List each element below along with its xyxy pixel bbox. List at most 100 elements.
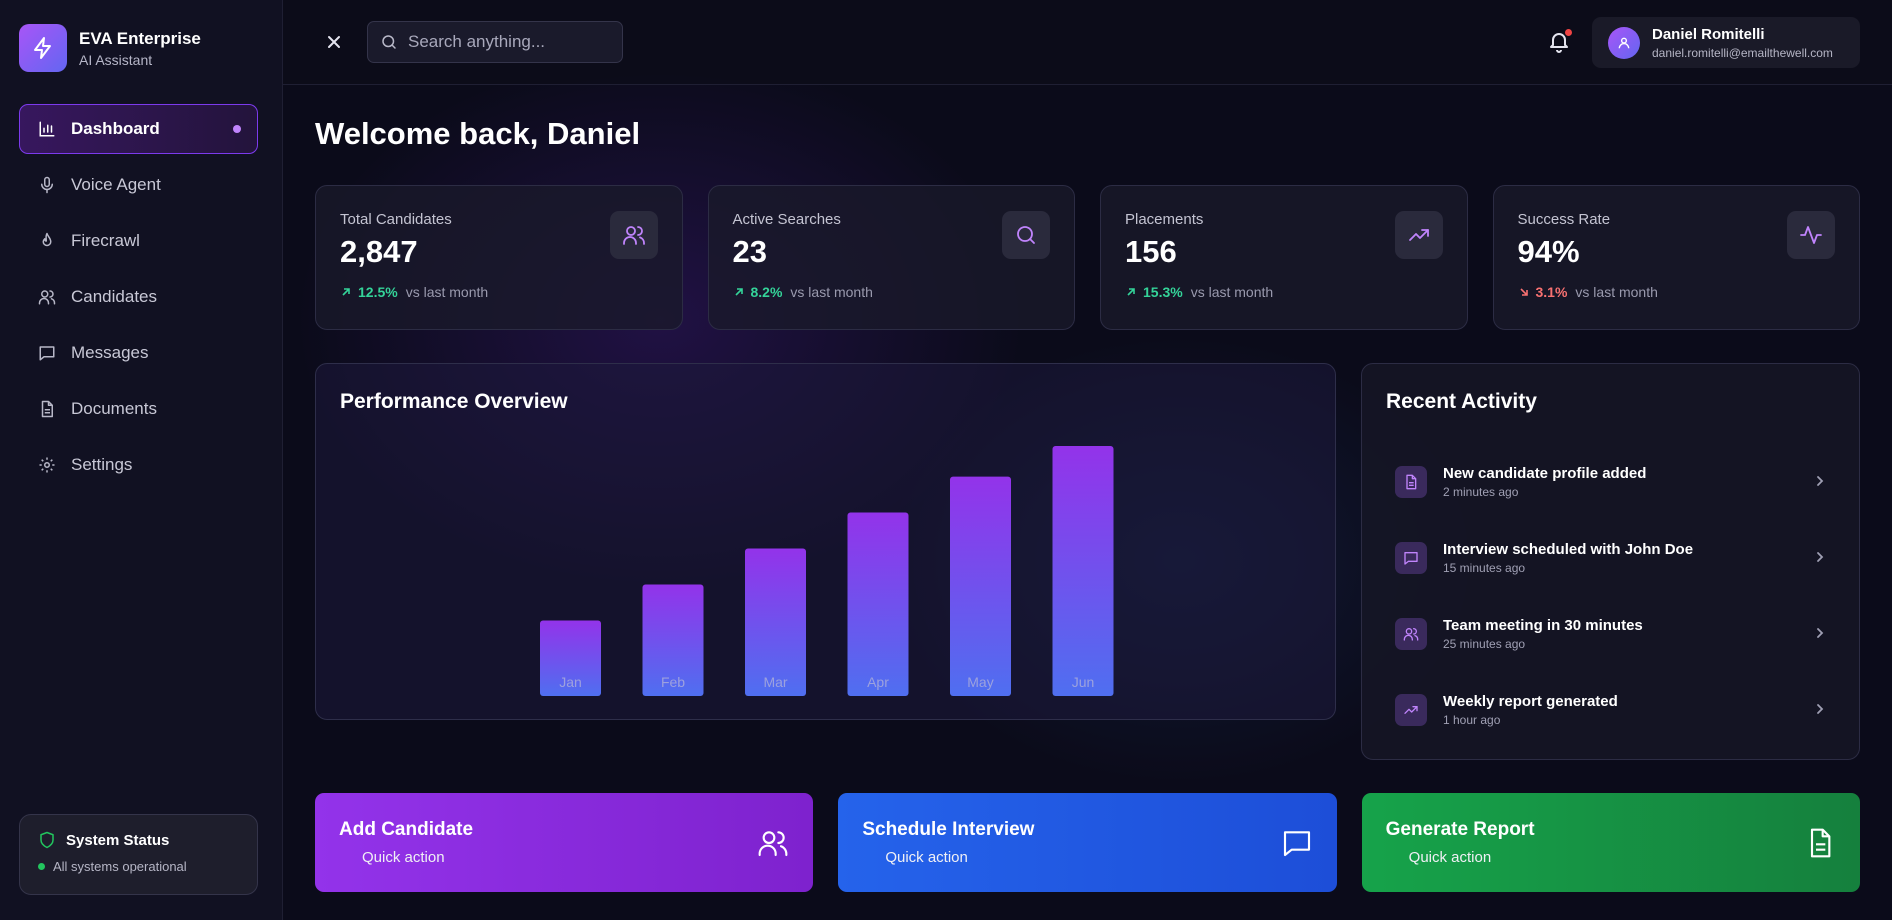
sidebar-nav: Dashboard Voice Agent Firecrawl Candidat… (19, 104, 258, 496)
x-tick-label: Mar (763, 674, 787, 690)
brand: EVA Enterprise AI Assistant (19, 24, 201, 72)
search-icon (382, 35, 396, 49)
search-icon (1002, 211, 1050, 259)
stat-card-active-searches: Active Searches 23 8.2% vs last month (707, 185, 1075, 330)
user-icon (1618, 37, 1630, 48)
arrow-down-right-icon (1519, 288, 1528, 296)
active-indicator-dot (233, 125, 241, 133)
quick-action-subtitle: Quick action (885, 849, 968, 866)
chevron-right-icon (1817, 552, 1824, 562)
sidebar-item-messages[interactable]: Messages (19, 328, 258, 378)
sidebar-item-firecrawl[interactable]: Firecrawl (19, 216, 258, 266)
system-status-card: System Status All systems operational (19, 814, 258, 895)
sidebar-item-dashboard[interactable]: Dashboard (19, 104, 258, 154)
shield-icon (40, 831, 54, 849)
stat-compare: vs last month (1575, 284, 1658, 300)
sidebar-item-settings[interactable]: Settings (19, 440, 258, 490)
stat-change: 8.2% (750, 284, 783, 300)
activity-item[interactable]: Weekly report generated 1 hour ago (1378, 672, 1845, 748)
topbar: Daniel Romitelli daniel.romitelli@emailt… (283, 0, 1892, 85)
chevron-right-icon (1817, 704, 1824, 714)
users-icon (609, 211, 658, 259)
activity-list: New candidate profile added 2 minutes ag… (1378, 444, 1845, 748)
sidebar-item-label: Documents (71, 399, 157, 418)
stat-compare: vs last month (405, 284, 489, 300)
users-icon (37, 287, 57, 307)
sidebar-item-candidates[interactable]: Candidates (19, 272, 258, 322)
activity-time: 25 minutes ago (1443, 637, 1526, 651)
x-tick-label: Apr (867, 674, 889, 690)
activity-title: Team meeting in 30 minutes (1443, 617, 1643, 634)
stat-card-placements: Placements 156 15.3% vs last month (1100, 185, 1468, 330)
schedule-interview-button[interactable]: Schedule Interview Quick action (838, 793, 1337, 892)
activity-title: New candidate profile added (1443, 465, 1647, 482)
activity-item[interactable]: New candidate profile added 2 minutes ag… (1378, 444, 1845, 520)
arrow-up-right-icon (734, 288, 743, 296)
stat-compare: vs last month (790, 284, 873, 300)
sidebar-item-documents[interactable]: Documents (19, 384, 258, 434)
bar-apr (847, 512, 909, 696)
system-status-text: All systems operational (53, 859, 187, 874)
stat-change: 3.1% (1535, 284, 1568, 300)
chevron-right-icon (1817, 628, 1824, 638)
quick-action-subtitle: Quick action (1408, 849, 1492, 866)
quick-action-title: Add Candidate (339, 819, 474, 840)
avatar (1608, 26, 1640, 59)
activity-item[interactable]: Team meeting in 30 minutes 25 minutes ag… (1378, 596, 1845, 672)
generate-report-button[interactable]: Generate Report Quick action (1361, 793, 1860, 892)
sidebar-item-label: Messages (71, 343, 149, 362)
sidebar-item-label: Settings (71, 455, 133, 474)
sidebar-item-voice-agent[interactable]: Voice Agent (19, 160, 258, 210)
x-tick-label: Feb (661, 674, 685, 690)
performance-overview-panel: Performance Overview Jan Feb Mar Apr May Jun (315, 363, 1336, 720)
add-candidate-button[interactable]: Add Candidate Quick action (315, 793, 814, 892)
activity-item[interactable]: Interview scheduled with John Doe 15 min… (1378, 520, 1845, 596)
quick-action-title: Generate Report (1385, 819, 1535, 840)
message-icon (37, 343, 57, 363)
quick-action-title: Schedule Interview (862, 819, 1035, 840)
close-button[interactable] (322, 30, 346, 54)
message-icon (1395, 542, 1427, 574)
brand-subtitle: AI Assistant (79, 51, 153, 68)
flame-icon (37, 231, 57, 251)
stat-compare: vs last month (1190, 284, 1274, 300)
bar-jun (1052, 446, 1114, 696)
x-tick-label: May (967, 674, 993, 690)
users-icon (1395, 618, 1427, 650)
document-icon (1810, 828, 1831, 858)
page-title: Welcome back, Daniel (315, 116, 641, 151)
sidebar-item-label: Firecrawl (71, 231, 140, 250)
trending-up-icon (1395, 694, 1427, 726)
stat-change: 15.3% (1143, 284, 1183, 300)
notifications-button[interactable] (1547, 29, 1573, 55)
arrow-up-right-icon (342, 288, 350, 296)
brand-name: EVA Enterprise (79, 28, 201, 48)
quick-actions-row: Add Candidate Quick action Schedule Inte… (315, 793, 1860, 892)
chevron-right-icon (1817, 476, 1824, 486)
document-icon (1395, 466, 1427, 498)
sidebar-item-label: Candidates (71, 287, 158, 306)
user-email: daniel.romitelli@emailthewell.com (1652, 45, 1833, 60)
sidebar-item-label: Dashboard (71, 119, 160, 138)
search-input[interactable] (408, 32, 608, 52)
activity-title: Interview scheduled with John Doe (1443, 541, 1694, 558)
message-icon (1283, 831, 1310, 857)
search-box[interactable] (367, 21, 623, 63)
recent-activity-panel: Recent Activity New candidate profile ad… (1361, 363, 1860, 760)
activity-time: 1 hour ago (1443, 713, 1501, 727)
user-menu[interactable]: Daniel Romitelli daniel.romitelli@emailt… (1592, 17, 1860, 68)
user-name: Daniel Romitelli (1652, 25, 1765, 43)
arrow-up-right-icon (1127, 288, 1135, 296)
lightning-logo-icon (19, 24, 67, 72)
x-tick-label: Jun (1072, 674, 1095, 690)
system-status-title: System Status (66, 831, 170, 849)
document-icon (37, 399, 57, 419)
quick-action-subtitle: Quick action (362, 849, 445, 866)
users-icon (758, 831, 788, 857)
notification-badge (1565, 29, 1572, 36)
sidebar: EVA Enterprise AI Assistant Dashboard Vo… (0, 0, 283, 920)
performance-bar-chart: Jan Feb Mar Apr May Jun (540, 446, 1114, 696)
gear-icon (37, 455, 57, 475)
status-ok-dot (38, 863, 45, 870)
x-tick-label: Jan (559, 674, 582, 690)
